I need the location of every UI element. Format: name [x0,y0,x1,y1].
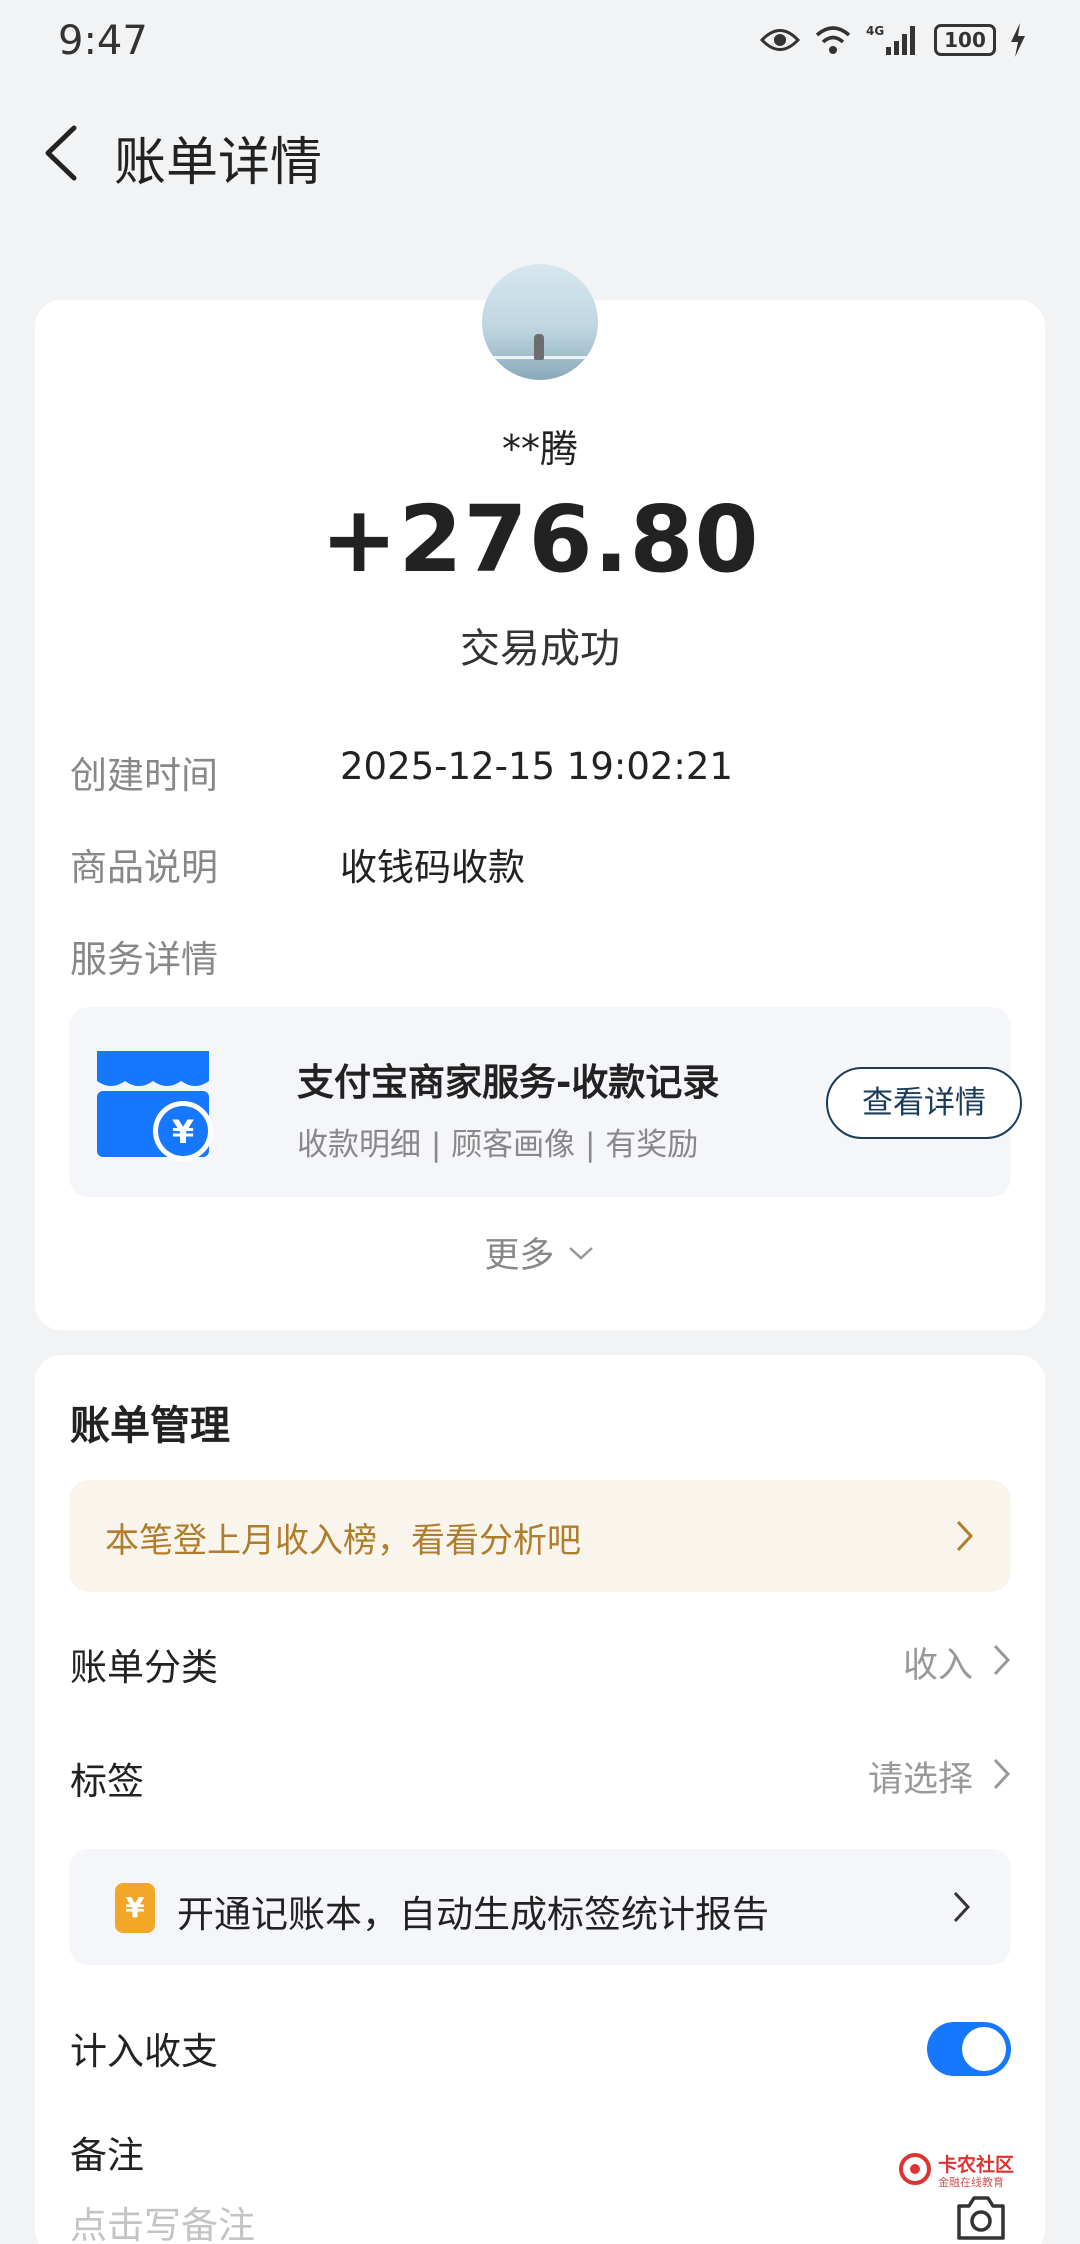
ledger-banner[interactable]: ¥ 开通记账本，自动生成标签统计报告 [69,1849,1011,1965]
status-icons: 4G 100 [760,20,1026,60]
created-time-label: 创建时间 [70,754,218,797]
watermark-icon [899,2153,931,2185]
service-title: 支付宝商家服务-收款记录 [297,1061,720,1104]
category-label: 账单分类 [70,1646,218,1689]
transaction-status: 交易成功 [460,626,620,672]
avatar-figure [534,334,544,360]
product-desc-value: 收钱码收款 [340,846,525,889]
chevron-right-icon [953,1891,971,1923]
service-subtitle: 收款明细 | 顾客画像 | 有奖励 [297,1127,699,1163]
section-title: 账单管理 [70,1403,230,1449]
chevron-right-icon[interactable] [991,1642,1013,1678]
svg-text:¥: ¥ [172,1113,194,1151]
more-button[interactable]: 更多 [35,1227,1045,1278]
chevron-right-icon[interactable] [991,1756,1013,1792]
signal-icon: 4G [866,24,915,55]
tag-value[interactable]: 请选择 [868,1751,973,1802]
ledger-text: 开通记账本，自动生成标签统计报告 [177,1893,769,1936]
category-value[interactable]: 收入 [903,1637,973,1688]
toggle-knob [962,2027,1006,2071]
wifi-icon [815,26,851,54]
battery-icon: 100 [934,24,996,56]
status-time: 9:47 [58,18,148,64]
eye-icon [760,29,800,51]
amount: +276.80 [320,486,760,593]
service-detail-label: 服务详情 [70,938,218,981]
chevron-down-icon [568,1246,593,1260]
watermark-subtitle: 金融在线教育 [938,2176,1004,2189]
charging-icon [1011,23,1025,57]
status-bar: 9:47 4G 100 [0,0,1080,80]
chevron-right-icon [956,1520,974,1552]
include-label: 计入收支 [70,2030,218,2073]
merchant-service-card[interactable]: ¥ 支付宝商家服务-收款记录 收款明细 | 顾客画像 | 有奖励 查看详情 [69,1007,1022,1197]
watermark-logo: 卡农社区 金融在线教育 [898,2150,1028,2194]
camera-icon[interactable] [953,2190,1009,2244]
payer-name: **腾 [501,427,578,471]
note-input[interactable]: 点击写备注 [70,2195,255,2244]
network-label: 4G [866,24,884,38]
income-rank-banner[interactable]: 本笔登上月收入榜，看看分析吧 [69,1480,1011,1592]
include-toggle[interactable] [927,2022,1011,2076]
product-desc-label: 商品说明 [70,846,218,889]
note-label: 备注 [70,2134,144,2177]
watermark-title: 卡农社区 [938,2154,1015,2176]
page-title: 账单详情 [114,133,323,193]
storefront-yuan-icon: ¥ [97,1051,213,1161]
more-label: 更多 [484,1236,555,1276]
tag-label: 标签 [70,1760,144,1803]
income-rank-text: 本笔登上月收入榜，看看分析吧 [105,1521,581,1561]
created-time-value: 2025-12-15 19:02:21 [340,745,733,788]
bill-management-card: 账单管理 本笔登上月收入榜，看看分析吧 账单分类 收入 标签 请选择 ¥ 开通记… [35,1355,1045,2244]
transaction-card: **腾 +276.80 交易成功 创建时间 2025-12-15 19:02:2… [35,264,1045,1330]
view-details-button[interactable]: 查看详情 [826,1067,1022,1139]
nav-bar: 账单详情 [0,100,1080,210]
chevron-left-icon[interactable] [30,118,100,188]
ledger-icon: ¥ [115,1883,155,1933]
avatar[interactable] [482,264,598,380]
